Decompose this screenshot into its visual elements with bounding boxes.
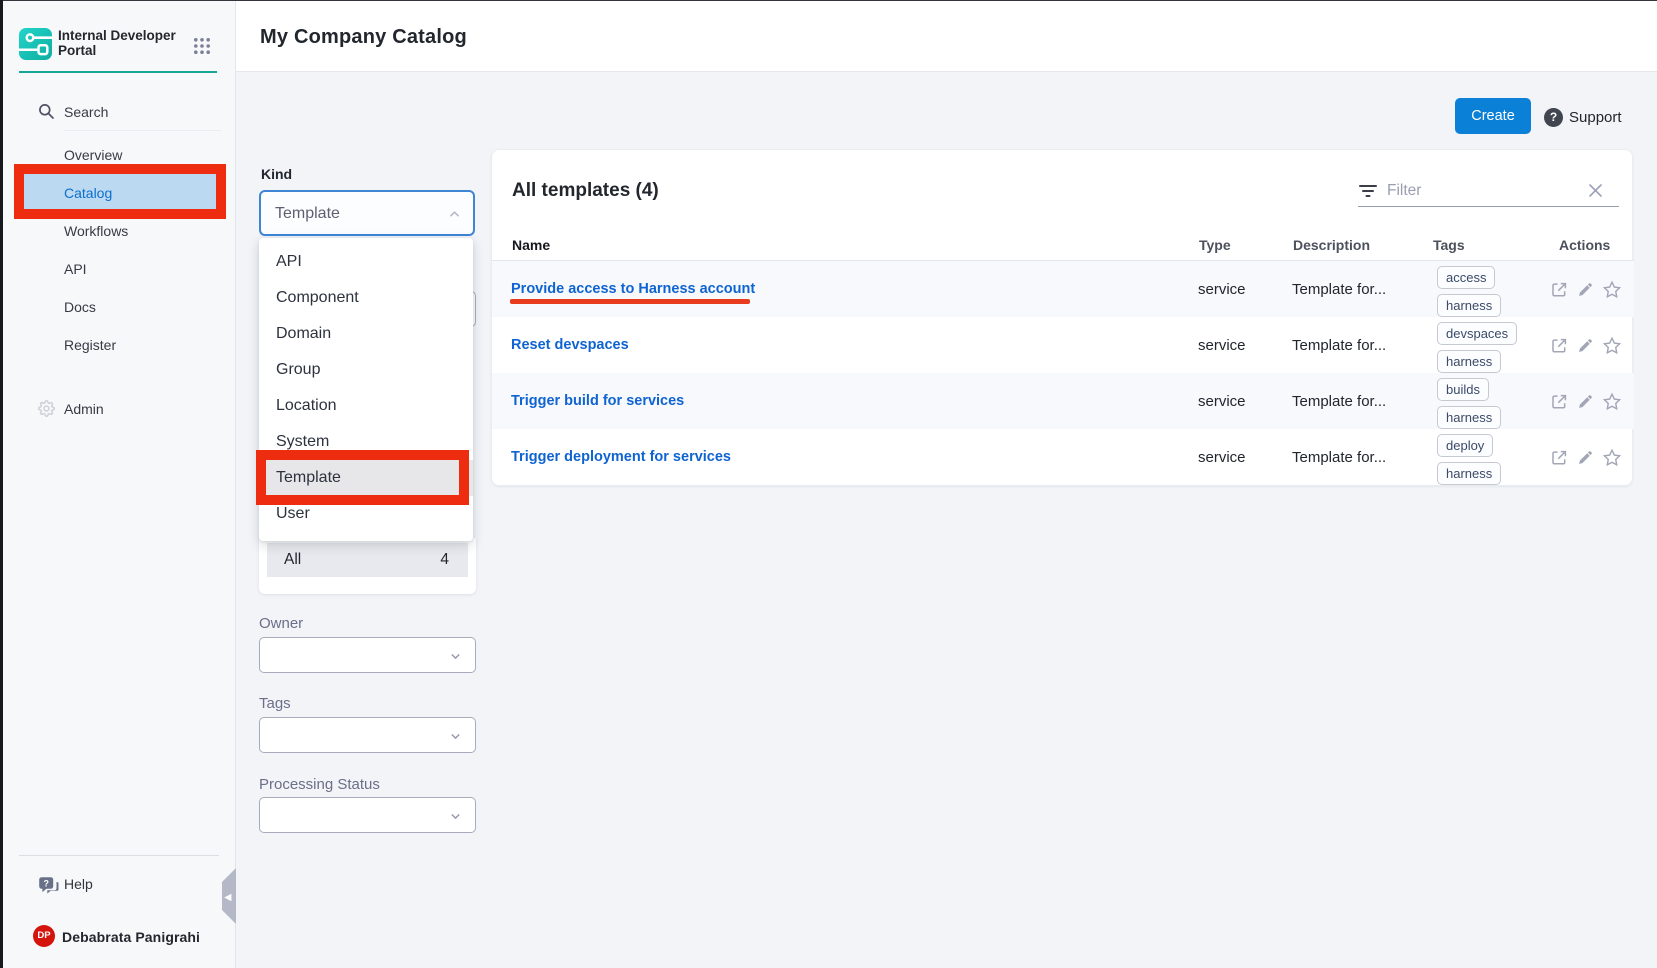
svg-text:?: ?: [43, 878, 49, 888]
